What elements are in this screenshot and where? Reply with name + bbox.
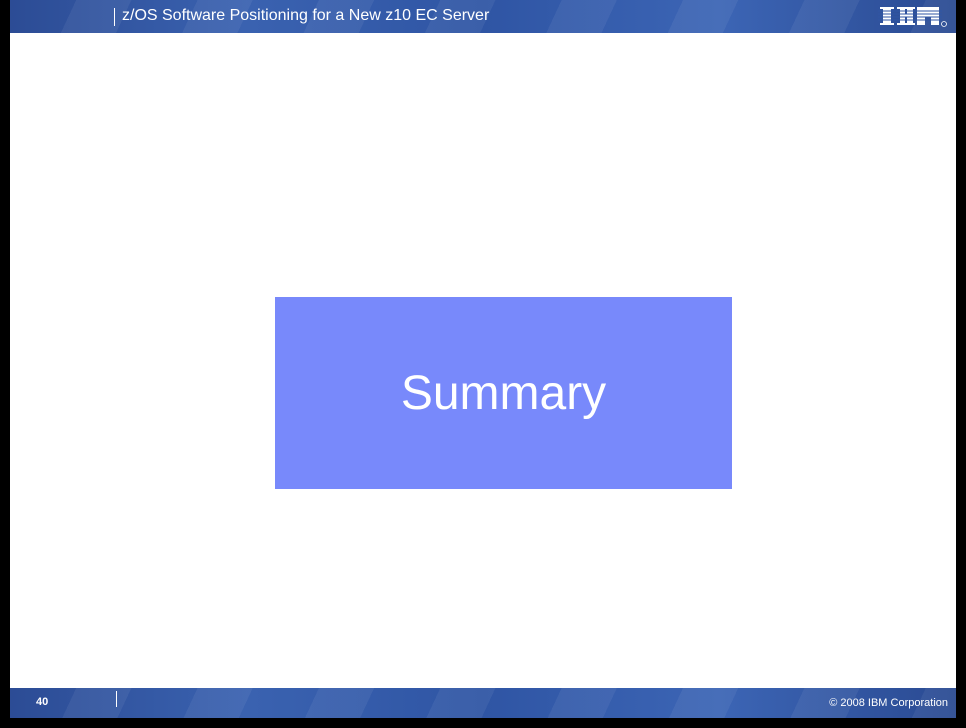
footer-bar: 40 © 2008 IBM Corporation (10, 688, 956, 718)
slide: z/OS Software Positioning for a New z10 … (0, 0, 966, 728)
footer-divider (116, 691, 117, 707)
footer-stripes (10, 688, 956, 718)
summary-box: Summary (275, 297, 732, 489)
header-divider (114, 8, 115, 26)
ibm-logo-icon (878, 7, 947, 27)
slide-header-title: z/OS Software Positioning for a New z10 … (122, 7, 490, 24)
copyright-text: © 2008 IBM Corporation (829, 697, 948, 709)
page-number: 40 (36, 696, 49, 708)
header-bar: z/OS Software Positioning for a New z10 … (10, 0, 956, 33)
section-title: Summary (400, 366, 607, 420)
